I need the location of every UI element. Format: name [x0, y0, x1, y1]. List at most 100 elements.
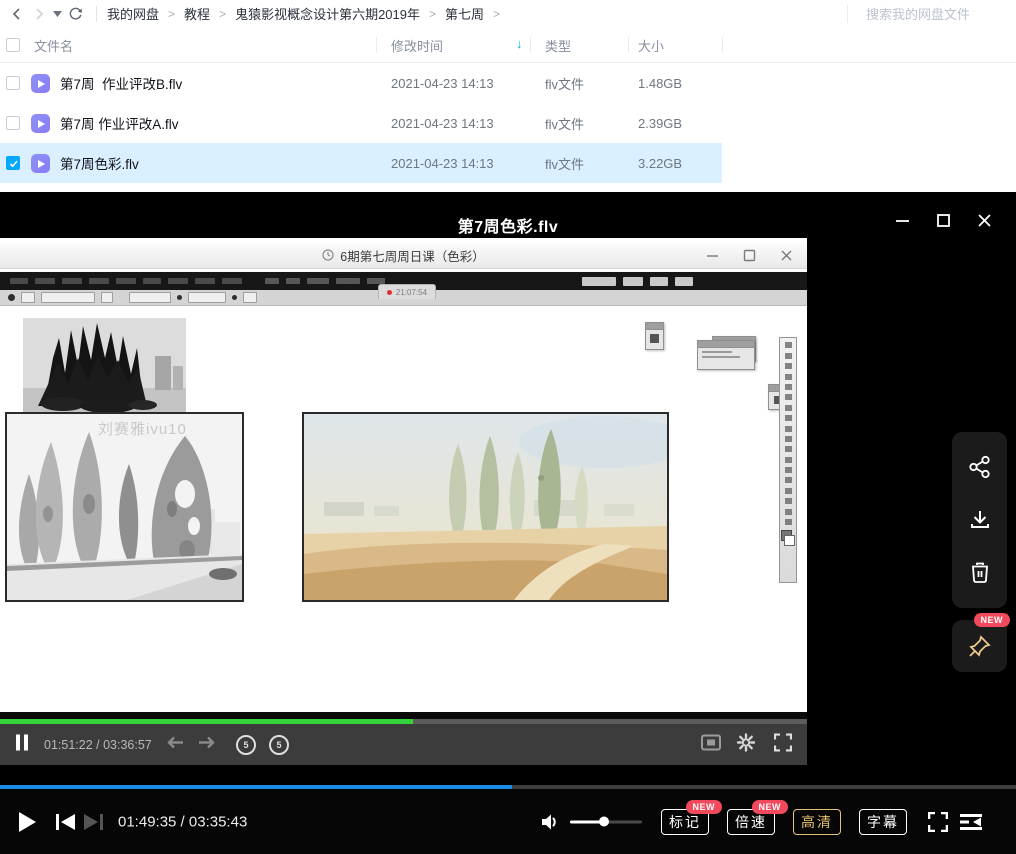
- breadcrumb-separator: [168, 7, 175, 21]
- row-checkbox[interactable]: [6, 116, 20, 130]
- volume-handle[interactable]: [599, 817, 609, 827]
- breadcrumb: 我的网盘 教程 鬼猿影视概念设计第六期2019年 第七周: [107, 4, 509, 23]
- refresh-icon[interactable]: [64, 3, 86, 25]
- player-window-controls: [894, 212, 992, 228]
- search-area: [847, 3, 1010, 25]
- table-row[interactable]: 第7周 作业评改B.flv 2021-04-23 14:13 flv文件 1.4…: [0, 63, 722, 103]
- file-size: 1.48GB: [638, 63, 682, 103]
- recorded-toolbar-strip: [779, 337, 797, 583]
- breadcrumb-separator: [219, 7, 226, 21]
- recorded-rewind-5-icon: 5: [236, 735, 256, 755]
- recorded-player-controls: 01:51:22 / 03:36:57 5 5: [0, 724, 807, 765]
- sort-desc-icon[interactable]: ↓: [516, 36, 523, 51]
- recorded-panel-layers: [697, 340, 755, 370]
- video-file-icon: [31, 154, 50, 173]
- table-row[interactable]: 第7周 作业评改A.flv 2021-04-23 14:13 flv文件 2.3…: [0, 103, 722, 143]
- delete-trash-icon[interactable]: [966, 559, 994, 587]
- breadcrumb-item-1[interactable]: 教程: [184, 4, 210, 23]
- maximize-icon[interactable]: [935, 212, 951, 228]
- recorded-time-display: 01:51:22 / 03:36:57: [44, 738, 152, 752]
- next-button[interactable]: [84, 814, 103, 830]
- play-button[interactable]: [18, 812, 36, 832]
- file-type: flv文件: [545, 63, 584, 103]
- recorded-canvas: 刘赛雅ivu10: [0, 306, 807, 712]
- recorded-forward-5-icon: 5: [269, 735, 289, 755]
- header-separator: [530, 37, 531, 53]
- playlist-icon[interactable]: [960, 813, 982, 831]
- recorded-window-controls: [706, 242, 793, 268]
- new-badge: NEW: [752, 800, 789, 814]
- file-name[interactable]: 第7周 作业评改A.flv: [60, 103, 179, 143]
- file-name[interactable]: 第7周 作业评改B.flv: [60, 63, 182, 103]
- new-badge: NEW: [974, 613, 1011, 627]
- recorded-back-arrow-icon: [166, 735, 184, 754]
- breadcrumb-separator: [493, 7, 500, 21]
- file-table-header: 文件名 修改时间 ↓ 类型 大小: [0, 28, 1016, 63]
- recorded-forward-arrow-icon: [198, 735, 216, 754]
- file-size: 2.39GB: [638, 103, 682, 143]
- file-name[interactable]: 第7周色彩.flv: [60, 143, 139, 183]
- breadcrumb-item-2[interactable]: 鬼猿影视概念设计第六期2019年: [235, 4, 420, 23]
- previous-button[interactable]: [56, 814, 75, 830]
- search-input[interactable]: [864, 6, 1010, 23]
- new-badge: NEW: [686, 800, 723, 814]
- video-file-icon: [31, 114, 50, 133]
- nav-separator: [96, 6, 97, 22]
- select-all-checkbox[interactable]: [6, 28, 20, 62]
- mark-button[interactable]: 标记 NEW: [661, 809, 709, 835]
- time-display: 01:49:35 / 03:35:43: [118, 813, 247, 830]
- clock-icon: [322, 249, 334, 261]
- volume-slider[interactable]: [570, 820, 642, 823]
- recording-timer-tab: 21:07:54: [378, 284, 436, 299]
- recorded-letterbox: [0, 712, 807, 719]
- recorded-maximize-icon: [743, 249, 756, 262]
- grayscale-study-canvas: [5, 412, 244, 602]
- recorded-frame-icon: [701, 734, 721, 755]
- recorded-window-title: 6期第七周周日课（色彩）: [0, 242, 807, 268]
- player-control-bar: 01:49:35 / 03:35:43 标记 NEW 倍速 NEW 高清 字幕: [0, 789, 1016, 854]
- recorded-settings-gear-icon: [736, 732, 756, 757]
- breadcrumb-item-3[interactable]: 第七周: [445, 4, 484, 23]
- minimize-icon[interactable]: [894, 212, 910, 228]
- speed-button[interactable]: 倍速 NEW: [727, 809, 775, 835]
- breadcrumb-item-root[interactable]: 我的网盘: [107, 4, 159, 23]
- watermark-text: 刘赛雅ivu10: [98, 418, 187, 439]
- file-type: flv文件: [545, 143, 584, 183]
- header-separator: [376, 37, 377, 53]
- row-checkbox[interactable]: [6, 76, 20, 90]
- row-checkbox-checked[interactable]: [6, 156, 20, 170]
- pin-icon: [967, 633, 993, 659]
- close-icon[interactable]: [976, 212, 992, 228]
- video-surface[interactable]: 6期第七周周日课（色彩）: [0, 238, 807, 765]
- file-modified: 2021-04-23 14:13: [391, 63, 494, 103]
- table-row-selected[interactable]: 第7周色彩.flv 2021-04-23 14:13 flv文件 3.22GB: [0, 143, 722, 183]
- column-header-modified[interactable]: 修改时间: [391, 28, 443, 62]
- column-header-size[interactable]: 大小: [638, 28, 664, 62]
- recorded-pause-icon: [16, 734, 29, 755]
- subtitle-button[interactable]: 字幕: [859, 809, 907, 835]
- volume-icon[interactable]: [540, 812, 560, 832]
- side-toolbar: [952, 432, 1007, 608]
- search-separator: [847, 5, 848, 23]
- download-icon[interactable]: [966, 506, 994, 534]
- history-caret-icon[interactable]: [50, 3, 64, 25]
- recorded-close-icon: [780, 249, 793, 262]
- back-icon[interactable]: [6, 3, 28, 25]
- video-player-window: 第7周色彩.flv 6期第七周周日课（色彩）: [0, 192, 1016, 854]
- file-modified: 2021-04-23 14:13: [391, 103, 494, 143]
- recorded-fullscreen-icon: [774, 733, 792, 756]
- breadcrumb-separator: [429, 7, 436, 21]
- column-header-filename[interactable]: 文件名: [34, 28, 73, 62]
- browser-topbar: 我的网盘 教程 鬼猿影视概念设计第六期2019年 第七周: [0, 0, 1016, 27]
- file-type: flv文件: [545, 103, 584, 143]
- hd-quality-button[interactable]: 高清: [793, 809, 841, 835]
- recorded-panel-small: [645, 322, 664, 350]
- header-separator: [722, 37, 723, 53]
- share-icon[interactable]: [966, 453, 994, 481]
- pin-button[interactable]: NEW: [952, 620, 1007, 672]
- fullscreen-icon[interactable]: [928, 812, 948, 832]
- column-header-type[interactable]: 类型: [545, 28, 571, 62]
- file-size: 3.22GB: [638, 143, 682, 183]
- video-file-icon: [31, 74, 50, 93]
- forward-icon[interactable]: [28, 3, 50, 25]
